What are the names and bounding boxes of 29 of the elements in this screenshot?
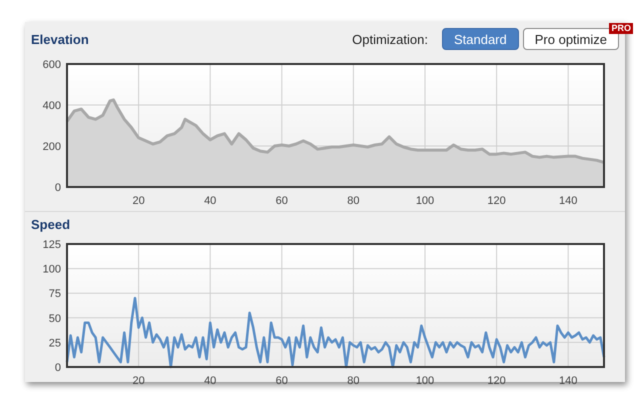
axis-label: 75	[48, 288, 61, 300]
axis-label: 400	[42, 100, 61, 112]
optimization-button[interactable]: Standard	[442, 28, 519, 50]
axis-label: 100	[416, 375, 434, 386]
axis-label: 120	[487, 195, 506, 206]
axis-label: 140	[559, 375, 578, 386]
axis-label: 40	[204, 195, 216, 206]
pro-badge: PRO	[609, 23, 633, 34]
axis-label: 25	[48, 337, 61, 350]
axis-label: 60	[276, 195, 288, 206]
axis-label: 50	[48, 312, 61, 325]
axis-label: 0	[54, 182, 61, 194]
axis-label: 80	[347, 195, 360, 206]
axis-label: 125	[42, 239, 61, 251]
axis-label: 100	[42, 264, 61, 276]
axis-label: 600	[42, 59, 61, 71]
chart-title: Speed	[31, 216, 70, 232]
axis-label: 0	[54, 362, 61, 374]
axis-label: 120	[487, 375, 506, 386]
chart-title: Elevation	[31, 32, 89, 46]
axis-label: 200	[42, 141, 61, 153]
axis-label: 80	[347, 375, 360, 386]
axis-label: 40	[204, 375, 216, 386]
axis-label: 20	[132, 195, 145, 206]
axis-label: 20	[132, 375, 145, 386]
axis-label: 140	[559, 195, 578, 206]
axis-label: 100	[416, 195, 434, 206]
optimization-label: Optimization:	[352, 32, 428, 46]
axis-label: 60	[276, 375, 288, 386]
